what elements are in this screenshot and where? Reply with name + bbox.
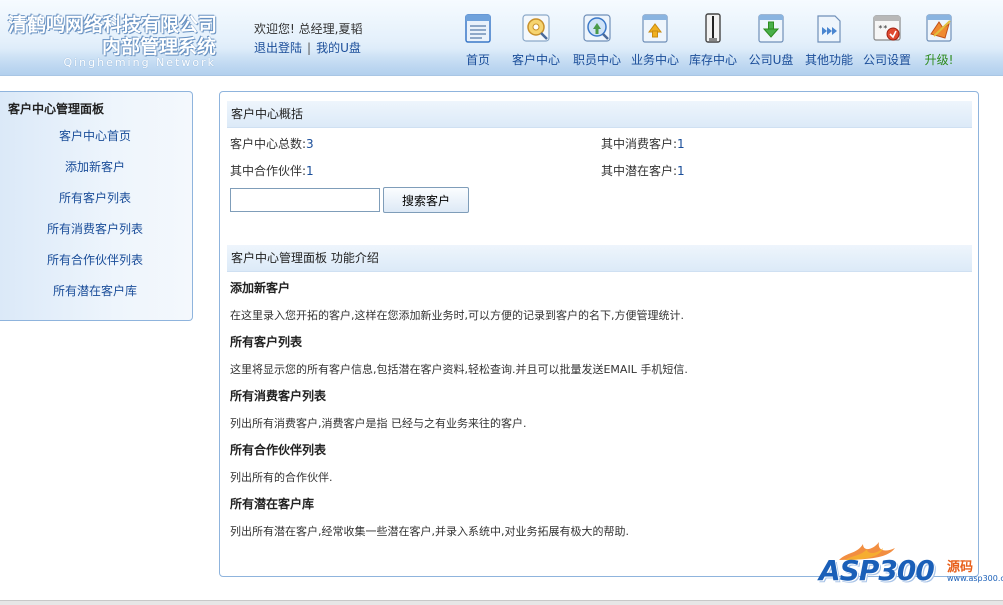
window-bottom-edge xyxy=(0,600,1003,605)
nav-upgrade[interactable]: 升级! xyxy=(916,12,962,68)
stat-consumer: 其中消费客户:1 xyxy=(601,135,685,152)
business-icon xyxy=(642,14,668,43)
settings-icon: **_ xyxy=(873,15,901,41)
user-links: 退出登陆 | 我的U盘 xyxy=(254,39,361,56)
logout-link[interactable]: 退出登陆 xyxy=(254,41,302,55)
left-item-add-customer[interactable]: 添加新客户 xyxy=(0,158,190,175)
nav-company-disk-label: 公司U盘 xyxy=(748,53,794,67)
watermark-sub: 源码 xyxy=(947,560,974,575)
stat-total: 客户中心总数:3 xyxy=(230,135,314,152)
nav-business[interactable]: 业务中心 xyxy=(626,12,684,68)
link-separator: | xyxy=(307,41,312,55)
feature-desc-add-customer: 在这里录入您开拓的客户,这样在您添加新业务时,可以方便的记录到客户的名下,方便管… xyxy=(230,309,684,322)
nav-staff-label: 职员中心 xyxy=(572,53,621,67)
left-item-partners[interactable]: 所有合作伙伴列表 xyxy=(0,251,190,268)
logo-system-name: 内部管理系统 xyxy=(101,36,216,58)
feature-desc-all-customers: 这里将显示您的所有客户信息,包括潜在客户资料,轻松查询.并且可以批量发送EMAI… xyxy=(230,363,688,376)
search-customer-button[interactable]: 搜索客户 xyxy=(383,187,469,213)
nav-staff[interactable]: 职员中心 xyxy=(568,12,626,68)
nav-customer-label: 客户中心 xyxy=(511,53,560,67)
feature-title-potential-customers: 所有潜在客户库 xyxy=(230,497,315,511)
customer-search-input[interactable] xyxy=(230,188,380,212)
nav-other-label: 其他功能 xyxy=(804,53,853,67)
stat-partner: 其中合作伙伴:1 xyxy=(230,162,314,179)
feature-desc-potential-customers: 列出所有潜在客户,经常收集一些潜在客户,并录入系统中,对业务拓展有极大的帮助. xyxy=(230,525,629,538)
left-panel: 客户中心管理面板 客户中心首页 添加新客户 所有客户列表 所有消费客户列表 所有… xyxy=(0,91,193,321)
nav-inventory[interactable]: 库存中心 xyxy=(684,12,742,68)
other-icon xyxy=(817,15,841,43)
watermark-logo: ASP300 源码 www.asp300.com xyxy=(815,540,1003,595)
feature-title-add-customer: 添加新客户 xyxy=(230,281,291,295)
stat-potential-label: 其中潜在客户: xyxy=(601,164,678,178)
left-item-all-customers[interactable]: 所有客户列表 xyxy=(0,189,190,206)
nav-business-label: 业务中心 xyxy=(630,53,679,67)
overview-title: 客户中心概括 xyxy=(227,101,972,128)
nav-home[interactable]: 首页 xyxy=(455,12,501,68)
nav-inventory-label: 库存中心 xyxy=(688,53,737,67)
nav-home-label: 首页 xyxy=(465,53,490,67)
inventory-icon xyxy=(705,13,721,43)
stat-total-label: 客户中心总数: xyxy=(230,137,307,151)
feature-title-all-customers: 所有客户列表 xyxy=(230,335,303,349)
feature-title-partners: 所有合作伙伴列表 xyxy=(230,443,327,457)
stat-potential-value: 1 xyxy=(677,164,685,178)
nav-company-settings[interactable]: **_ 公司设置 xyxy=(858,12,916,68)
left-panel-title: 客户中心管理面板 xyxy=(8,102,105,116)
watermark-brand: ASP300 xyxy=(819,554,935,587)
upgrade-icon xyxy=(926,14,952,42)
stat-consumer-label: 其中消费客户: xyxy=(601,137,678,151)
watermark-url: www.asp300.com xyxy=(947,574,1003,583)
main-panel: 客户中心概括 客户中心总数:3 其中消费客户:1 其中合作伙伴:1 其中潜在客户… xyxy=(219,91,979,577)
disk-icon xyxy=(758,14,784,43)
feature-desc-partners: 列出所有的合作伙伴. xyxy=(230,471,333,484)
stat-partner-label: 其中合作伙伴: xyxy=(230,164,307,178)
left-item-customer-home[interactable]: 客户中心首页 xyxy=(0,127,190,144)
customer-icon xyxy=(522,14,550,42)
header: 清鹤鸣网络科技有限公司 内部管理系统 Qingheming Network 欢迎… xyxy=(0,0,1003,76)
nav-upgrade-label: 升级! xyxy=(924,53,954,67)
logo-english-name: Qingheming Network xyxy=(63,56,216,69)
home-icon xyxy=(465,14,491,43)
feature-desc-consumer-customers: 列出所有消费客户,消费客户是指 已经与之有业务来往的客户. xyxy=(230,417,527,430)
left-item-potential-customers[interactable]: 所有潜在客户库 xyxy=(0,282,190,299)
nav-other[interactable]: 其他功能 xyxy=(800,12,858,68)
features-title: 客户中心管理面板 功能介绍 xyxy=(227,245,972,272)
left-item-consumer-customers[interactable]: 所有消费客户列表 xyxy=(0,220,190,237)
feature-title-consumer-customers: 所有消费客户列表 xyxy=(230,389,327,403)
my-disk-link[interactable]: 我的U盘 xyxy=(316,41,361,55)
stat-potential: 其中潜在客户:1 xyxy=(601,162,685,179)
nav-customer[interactable]: 客户中心 xyxy=(507,12,565,68)
welcome-text: 欢迎您! 总经理,夏韬 xyxy=(254,22,363,36)
staff-icon xyxy=(583,14,611,42)
page: 清鹤鸣网络科技有限公司 内部管理系统 Qingheming Network 欢迎… xyxy=(0,0,1003,605)
stat-partner-value: 1 xyxy=(306,164,314,178)
nav-company-settings-label: 公司设置 xyxy=(862,53,911,67)
logo: 清鹤鸣网络科技有限公司 内部管理系统 Qingheming Network xyxy=(8,10,220,70)
nav-company-disk[interactable]: 公司U盘 xyxy=(742,12,800,68)
stat-consumer-value: 1 xyxy=(677,137,685,151)
stat-total-value: 3 xyxy=(306,137,314,151)
